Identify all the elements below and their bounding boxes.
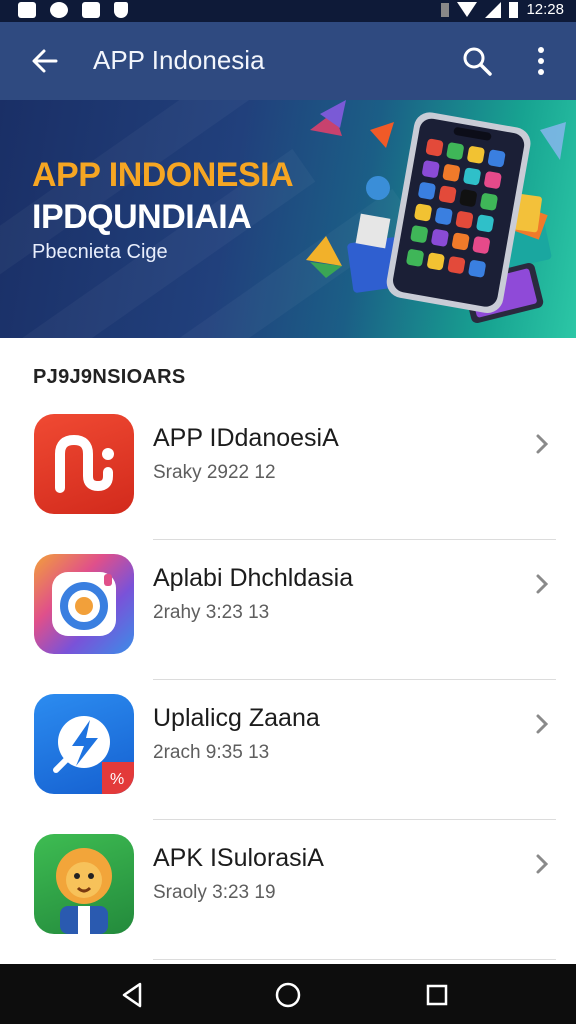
banner-title-line1: APP INDONESIA <box>32 156 294 194</box>
section-title: PJ9J9NSIOARS <box>33 366 186 388</box>
nav-back-icon[interactable] <box>118 980 148 1010</box>
app-subtitle: Sraky 2922 12 <box>153 462 276 483</box>
page-title: APP Indonesia <box>93 45 265 75</box>
battery-icon <box>509 1 519 18</box>
chevron-right-icon[interactable] <box>532 570 552 598</box>
search-icon[interactable] <box>460 44 494 78</box>
arrow-back-icon[interactable] <box>28 44 62 78</box>
chevron-right-icon[interactable] <box>532 430 552 458</box>
list-item[interactable]: % Uplalicg Zaana 2rach 9:35 13 <box>0 680 576 820</box>
app-name: APP IDdanoesiA <box>153 424 339 452</box>
divider <box>153 959 556 960</box>
signal-icon <box>485 1 502 18</box>
status-time: 12:28 <box>526 1 564 18</box>
vibrate-icon <box>441 2 450 17</box>
red-n-app-icon <box>34 414 134 514</box>
list-item[interactable]: APP IDdanoesiA Sraky 2922 12 <box>0 400 576 540</box>
app-name: Uplalicg Zaana <box>153 704 320 732</box>
svg-text:%: % <box>110 771 124 788</box>
bolt-app-icon: % <box>34 694 134 794</box>
app-bar: APP Indonesia <box>0 22 576 100</box>
app-name: Aplabi Dhchldasia <box>153 564 354 592</box>
list-item[interactable]: Aplabi Dhchldasia 2rahy 3:23 13 <box>0 540 576 680</box>
gallery-icon <box>18 2 36 18</box>
chevron-right-icon[interactable] <box>532 850 552 878</box>
banner-subtitle: Pbecnieta Cige <box>32 241 168 263</box>
phone-illustration-icon <box>306 100 566 323</box>
notification-icons <box>18 2 128 18</box>
camera-app-icon <box>34 554 134 654</box>
system-nav-bar <box>0 964 576 1024</box>
banner-title-line2: IPDQUNDIAIA <box>32 198 252 236</box>
app-name: APK ISulorasiA <box>153 844 324 872</box>
soccer-icon <box>50 2 68 18</box>
promo-banner[interactable]: APP INDONESIA IPDQUNDIAIA Pbecnieta Cige <box>0 100 576 338</box>
app-icon <box>82 2 100 18</box>
shield-icon <box>114 2 128 18</box>
nav-home-icon[interactable] <box>273 980 303 1010</box>
lion-app-icon <box>34 834 134 934</box>
system-icons: 12:28 <box>441 1 564 18</box>
list-item[interactable]: APK ISulorasiA Sraoly 3:23 19 <box>0 820 576 960</box>
app-subtitle: 2rahy 3:23 13 <box>153 602 270 623</box>
more-vert-icon[interactable] <box>528 44 554 78</box>
app-subtitle: 2rach 9:35 13 <box>153 742 270 763</box>
status-bar: 12:28 <box>0 0 576 22</box>
chevron-right-icon[interactable] <box>532 710 552 738</box>
nav-recents-icon[interactable] <box>422 980 452 1010</box>
wifi-icon <box>457 2 478 17</box>
app-subtitle: Sraoly 3:23 19 <box>153 882 276 903</box>
